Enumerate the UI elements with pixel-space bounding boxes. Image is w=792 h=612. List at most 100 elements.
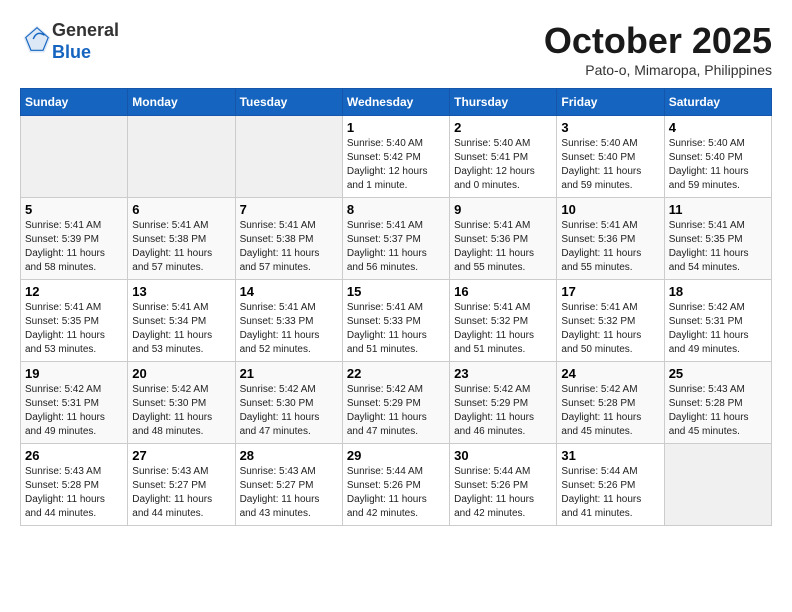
calendar-cell: 17 Sunrise: 5:41 AM Sunset: 5:32 PM Dayli…	[557, 280, 664, 362]
day-number: 6	[132, 202, 230, 217]
calendar-cell	[21, 116, 128, 198]
day-info: Sunrise: 5:41 AM Sunset: 5:37 PM Dayligh…	[347, 219, 445, 275]
calendar-week-row: 12 Sunrise: 5:41 AM Sunset: 5:35 PM Dayli…	[21, 280, 772, 362]
calendar-cell: 10Sunrise: 5:41 AM Sunset: 5:36 PM Dayli…	[557, 198, 664, 280]
day-info: Sunrise: 5:42 AM Sunset: 5:30 PM Dayligh…	[240, 383, 338, 439]
calendar-cell: 25 Sunrise: 5:43 AM Sunset: 5:28 PM Dayli…	[664, 362, 771, 444]
weekday-header: Monday	[128, 89, 235, 116]
day-info: Sunrise: 5:41 AM Sunset: 5:36 PM Dayligh…	[561, 219, 659, 275]
calendar-cell: 19 Sunrise: 5:42 AM Sunset: 5:31 PM Dayli…	[21, 362, 128, 444]
calendar-cell: 8 Sunrise: 5:41 AM Sunset: 5:37 PM Daylig…	[342, 198, 449, 280]
calendar-cell: 13 Sunrise: 5:41 AM Sunset: 5:34 PM Dayli…	[128, 280, 235, 362]
calendar-cell: 1 Sunrise: 5:40 AM Sunset: 5:42 PM Daylig…	[342, 116, 449, 198]
weekday-header: Wednesday	[342, 89, 449, 116]
day-info: Sunrise: 5:43 AM Sunset: 5:28 PM Dayligh…	[669, 383, 767, 439]
location: Pato-o, Mimaropa, Philippines	[544, 62, 772, 78]
day-number: 3	[561, 120, 659, 135]
calendar-cell: 5Sunrise: 5:41 AM Sunset: 5:39 PM Daylig…	[21, 198, 128, 280]
day-number: 28	[240, 448, 338, 463]
day-number: 26	[25, 448, 123, 463]
day-number: 24	[561, 366, 659, 381]
day-number: 25	[669, 366, 767, 381]
day-number: 30	[454, 448, 552, 463]
page-header: General Blue October 2025 Pato-o, Mimaro…	[20, 20, 772, 78]
day-number: 17	[561, 284, 659, 299]
calendar-cell: 2Sunrise: 5:40 AM Sunset: 5:41 PM Daylig…	[450, 116, 557, 198]
day-number: 15	[347, 284, 445, 299]
day-number: 2	[454, 120, 552, 135]
day-info: Sunrise: 5:42 AM Sunset: 5:31 PM Dayligh…	[669, 301, 767, 357]
day-info: Sunrise: 5:44 AM Sunset: 5:26 PM Dayligh…	[347, 465, 445, 521]
day-number: 18	[669, 284, 767, 299]
day-number: 19	[25, 366, 123, 381]
day-number: 8	[347, 202, 445, 217]
day-number: 14	[240, 284, 338, 299]
calendar-cell: 15 Sunrise: 5:41 AM Sunset: 5:33 PM Dayli…	[342, 280, 449, 362]
day-info: Sunrise: 5:41 AM Sunset: 5:34 PM Dayligh…	[132, 301, 230, 357]
day-number: 31	[561, 448, 659, 463]
logo: General Blue	[20, 20, 119, 63]
day-info: Sunrise: 5:41 AM Sunset: 5:35 PM Dayligh…	[25, 301, 123, 357]
day-info: Sunrise: 5:42 AM Sunset: 5:28 PM Dayligh…	[561, 383, 659, 439]
day-number: 27	[132, 448, 230, 463]
day-info: Sunrise: 5:40 AM Sunset: 5:42 PM Dayligh…	[347, 137, 445, 193]
day-info: Sunrise: 5:41 AM Sunset: 5:33 PM Dayligh…	[240, 301, 338, 357]
day-number: 9	[454, 202, 552, 217]
day-info: Sunrise: 5:42 AM Sunset: 5:30 PM Dayligh…	[132, 383, 230, 439]
day-info: Sunrise: 5:42 AM Sunset: 5:29 PM Dayligh…	[454, 383, 552, 439]
weekday-header: Sunday	[21, 89, 128, 116]
day-info: Sunrise: 5:41 AM Sunset: 5:32 PM Dayligh…	[454, 301, 552, 357]
day-info: Sunrise: 5:41 AM Sunset: 5:39 PM Dayligh…	[25, 219, 123, 275]
calendar-cell: 24 Sunrise: 5:42 AM Sunset: 5:28 PM Dayli…	[557, 362, 664, 444]
weekday-header: Tuesday	[235, 89, 342, 116]
day-info: Sunrise: 5:42 AM Sunset: 5:31 PM Dayligh…	[25, 383, 123, 439]
day-info: Sunrise: 5:41 AM Sunset: 5:35 PM Dayligh…	[669, 219, 767, 275]
day-number: 12	[25, 284, 123, 299]
calendar-cell	[235, 116, 342, 198]
day-info: Sunrise: 5:41 AM Sunset: 5:32 PM Dayligh…	[561, 301, 659, 357]
day-number: 16	[454, 284, 552, 299]
calendar-cell: 21Sunrise: 5:42 AM Sunset: 5:30 PM Dayli…	[235, 362, 342, 444]
month-title: October 2025	[544, 20, 772, 62]
day-info: Sunrise: 5:41 AM Sunset: 5:38 PM Dayligh…	[240, 219, 338, 275]
day-number: 7	[240, 202, 338, 217]
calendar-cell: 29 Sunrise: 5:44 AM Sunset: 5:26 PM Dayli…	[342, 444, 449, 526]
calendar-cell: 9Sunrise: 5:41 AM Sunset: 5:36 PM Daylig…	[450, 198, 557, 280]
calendar-cell: 14 Sunrise: 5:41 AM Sunset: 5:33 PM Dayli…	[235, 280, 342, 362]
day-info: Sunrise: 5:44 AM Sunset: 5:26 PM Dayligh…	[561, 465, 659, 521]
calendar-cell: 6Sunrise: 5:41 AM Sunset: 5:38 PM Daylig…	[128, 198, 235, 280]
calendar-cell: 11 Sunrise: 5:41 AM Sunset: 5:35 PM Dayli…	[664, 198, 771, 280]
weekday-header: Thursday	[450, 89, 557, 116]
logo-general-text: General	[52, 20, 119, 40]
calendar-cell: 3 Sunrise: 5:40 AM Sunset: 5:40 PM Daylig…	[557, 116, 664, 198]
day-number: 29	[347, 448, 445, 463]
calendar-table: SundayMondayTuesdayWednesdayThursdayFrid…	[20, 88, 772, 526]
logo-blue-text: Blue	[52, 42, 91, 62]
weekday-header-row: SundayMondayTuesdayWednesdayThursdayFrid…	[21, 89, 772, 116]
day-number: 23	[454, 366, 552, 381]
day-info: Sunrise: 5:43 AM Sunset: 5:28 PM Dayligh…	[25, 465, 123, 521]
day-info: Sunrise: 5:41 AM Sunset: 5:33 PM Dayligh…	[347, 301, 445, 357]
calendar-week-row: 5Sunrise: 5:41 AM Sunset: 5:39 PM Daylig…	[21, 198, 772, 280]
calendar-cell: 28 Sunrise: 5:43 AM Sunset: 5:27 PM Dayli…	[235, 444, 342, 526]
weekday-header: Saturday	[664, 89, 771, 116]
day-number: 20	[132, 366, 230, 381]
day-number: 13	[132, 284, 230, 299]
logo-icon	[22, 24, 52, 54]
day-number: 1	[347, 120, 445, 135]
day-info: Sunrise: 5:40 AM Sunset: 5:40 PM Dayligh…	[561, 137, 659, 193]
calendar-cell: 23 Sunrise: 5:42 AM Sunset: 5:29 PM Dayli…	[450, 362, 557, 444]
day-info: Sunrise: 5:43 AM Sunset: 5:27 PM Dayligh…	[240, 465, 338, 521]
calendar-week-row: 1 Sunrise: 5:40 AM Sunset: 5:42 PM Daylig…	[21, 116, 772, 198]
day-info: Sunrise: 5:44 AM Sunset: 5:26 PM Dayligh…	[454, 465, 552, 521]
calendar-cell	[664, 444, 771, 526]
calendar-cell: 30 Sunrise: 5:44 AM Sunset: 5:26 PM Dayli…	[450, 444, 557, 526]
title-block: October 2025 Pato-o, Mimaropa, Philippin…	[544, 20, 772, 78]
day-number: 4	[669, 120, 767, 135]
day-info: Sunrise: 5:40 AM Sunset: 5:40 PM Dayligh…	[669, 137, 767, 193]
calendar-cell: 31 Sunrise: 5:44 AM Sunset: 5:26 PM Dayli…	[557, 444, 664, 526]
day-number: 22	[347, 366, 445, 381]
calendar-cell: 26 Sunrise: 5:43 AM Sunset: 5:28 PM Dayli…	[21, 444, 128, 526]
calendar-cell: 4 Sunrise: 5:40 AM Sunset: 5:40 PM Daylig…	[664, 116, 771, 198]
day-number: 11	[669, 202, 767, 217]
